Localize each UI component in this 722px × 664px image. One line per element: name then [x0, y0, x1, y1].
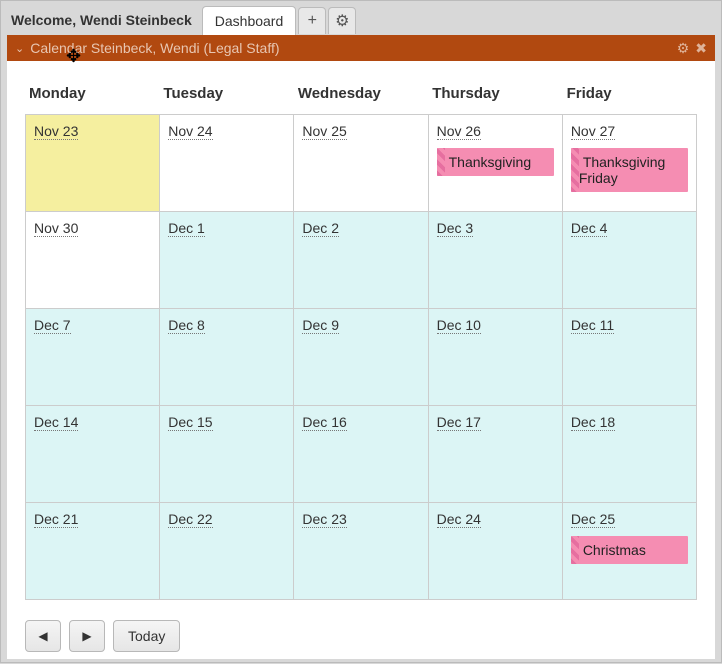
panel-title: Calendar Steinbeck, Wendi (Legal Staff): [30, 40, 670, 56]
day-header: Monday: [25, 79, 159, 108]
date-link[interactable]: Dec 7: [34, 317, 71, 334]
calendar-event[interactable]: Thanksgiving Friday: [571, 148, 688, 192]
calendar-cell[interactable]: Dec 24: [429, 503, 563, 600]
calendar-header-row: MondayTuesdayWednesdayThursdayFriday: [25, 79, 697, 108]
panel-header[interactable]: ⌄ Calendar Steinbeck, Wendi (Legal Staff…: [7, 35, 715, 61]
date-link[interactable]: Dec 17: [437, 414, 481, 431]
date-link[interactable]: Dec 21: [34, 511, 78, 528]
calendar-cell[interactable]: Nov 30: [26, 212, 160, 309]
calendar-panel: ⌄ Calendar Steinbeck, Wendi (Legal Staff…: [7, 35, 715, 659]
date-link[interactable]: Dec 3: [437, 220, 474, 237]
calendar-cell[interactable]: Dec 14: [26, 406, 160, 503]
calendar-cell[interactable]: Dec 22: [160, 503, 294, 600]
calendar-row: Nov 30 Dec 1 Dec 2 Dec 3 Dec 4: [26, 212, 697, 309]
calendar-cell[interactable]: Dec 15: [160, 406, 294, 503]
calendar-cell[interactable]: Nov 24: [160, 115, 294, 212]
tab-dashboard[interactable]: Dashboard: [202, 6, 297, 35]
panel-gear-icon[interactable]: ⚙: [677, 40, 690, 57]
date-link[interactable]: Dec 16: [302, 414, 346, 431]
date-link[interactable]: Dec 15: [168, 414, 212, 431]
date-link[interactable]: Dec 18: [571, 414, 615, 431]
calendar-cell[interactable]: Dec 11: [563, 309, 697, 406]
day-header: Tuesday: [159, 79, 293, 108]
gear-icon: ⚙: [335, 11, 349, 31]
calendar-cell[interactable]: Dec 9: [294, 309, 428, 406]
next-button[interactable]: ▶: [69, 620, 105, 652]
date-link[interactable]: Dec 2: [302, 220, 339, 237]
chevron-down-icon[interactable]: ⌄: [15, 42, 24, 55]
date-link[interactable]: Dec 24: [437, 511, 481, 528]
panel-close-icon[interactable]: ✖: [695, 40, 707, 57]
date-link[interactable]: Dec 22: [168, 511, 212, 528]
calendar-cell[interactable]: Dec 3: [429, 212, 563, 309]
today-button[interactable]: Today: [113, 620, 180, 652]
date-link[interactable]: Dec 10: [437, 317, 481, 334]
date-link[interactable]: Nov 23: [34, 123, 78, 140]
calendar-cell[interactable]: Dec 21: [26, 503, 160, 600]
date-link[interactable]: Nov 26: [437, 123, 481, 140]
calendar-cell[interactable]: Dec 4: [563, 212, 697, 309]
calendar-footer: ◀ ▶ Today: [7, 608, 715, 664]
calendar-cell[interactable]: Dec 10: [429, 309, 563, 406]
add-tab-button[interactable]: +: [298, 7, 326, 34]
calendar-cell[interactable]: Dec 1: [160, 212, 294, 309]
date-link[interactable]: Dec 11: [571, 317, 614, 334]
date-link[interactable]: Dec 23: [302, 511, 346, 528]
calendar-row: Dec 7 Dec 8 Dec 9 Dec 10 Dec 11: [26, 309, 697, 406]
calendar-cell[interactable]: Dec 2: [294, 212, 428, 309]
date-link[interactable]: Nov 25: [302, 123, 346, 140]
calendar-row: Dec 21 Dec 22 Dec 23 Dec 24 Dec 25 Christmas: [26, 503, 697, 600]
event-label: Thanksgiving Friday: [579, 154, 666, 186]
calendar-cell[interactable]: Nov 26 Thanksgiving: [429, 115, 563, 212]
day-header: Friday: [563, 79, 697, 108]
plus-icon: +: [308, 12, 317, 30]
calendar-row: Dec 14 Dec 15 Dec 16 Dec 17 Dec 18: [26, 406, 697, 503]
event-label: Thanksgiving: [449, 154, 532, 170]
date-link[interactable]: Nov 24: [168, 123, 212, 140]
calendar: MondayTuesdayWednesdayThursdayFriday Nov…: [7, 61, 715, 608]
calendar-cell[interactable]: Dec 8: [160, 309, 294, 406]
calendar-cell[interactable]: Dec 25 Christmas: [563, 503, 697, 600]
calendar-event[interactable]: Christmas: [571, 536, 688, 564]
calendar-cell[interactable]: Nov 23: [26, 115, 160, 212]
date-link[interactable]: Dec 14: [34, 414, 78, 431]
calendar-cell[interactable]: Dec 16: [294, 406, 428, 503]
calendar-cell[interactable]: Dec 7: [26, 309, 160, 406]
day-header: Wednesday: [294, 79, 428, 108]
calendar-grid: Nov 23Nov 24Nov 25Nov 26ThanksgivingNov …: [25, 114, 697, 600]
day-header: Thursday: [428, 79, 562, 108]
calendar-cell[interactable]: Dec 18: [563, 406, 697, 503]
date-link[interactable]: Dec 4: [571, 220, 608, 237]
welcome-text: Welcome, Wendi Steinbeck: [7, 6, 202, 34]
calendar-cell[interactable]: Dec 17: [429, 406, 563, 503]
tab-bar: Welcome, Wendi Steinbeck Dashboard + ⚙: [1, 1, 721, 35]
app-window: Welcome, Wendi Steinbeck Dashboard + ⚙ ⌄…: [0, 0, 722, 663]
calendar-cell[interactable]: Nov 27 Thanksgiving Friday: [563, 115, 697, 212]
prev-button[interactable]: ◀: [25, 620, 61, 652]
date-link[interactable]: Dec 8: [168, 317, 205, 334]
calendar-row: Nov 23Nov 24Nov 25Nov 26ThanksgivingNov …: [26, 115, 697, 212]
calendar-cell[interactable]: Dec 23: [294, 503, 428, 600]
date-link[interactable]: Nov 30: [34, 220, 78, 237]
date-link[interactable]: Dec 9: [302, 317, 339, 334]
date-link[interactable]: Dec 1: [168, 220, 205, 237]
date-link[interactable]: Dec 25: [571, 511, 615, 528]
tab-settings-button[interactable]: ⚙: [328, 7, 356, 34]
calendar-cell[interactable]: Nov 25: [294, 115, 428, 212]
calendar-event[interactable]: Thanksgiving: [437, 148, 554, 176]
event-label: Christmas: [583, 542, 646, 558]
date-link[interactable]: Nov 27: [571, 123, 615, 140]
